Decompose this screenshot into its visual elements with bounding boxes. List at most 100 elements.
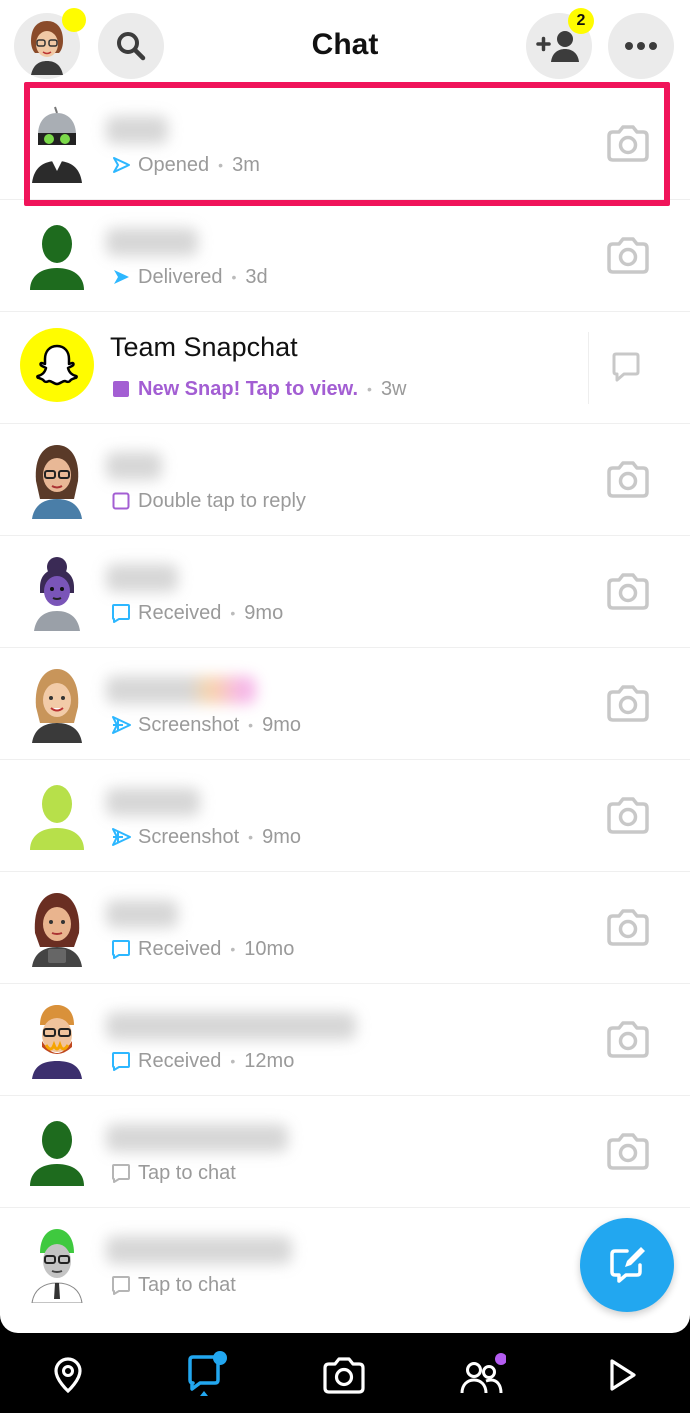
camera-icon xyxy=(323,1357,365,1394)
chat-icon xyxy=(188,1351,227,1396)
camera-reply-button[interactable] xyxy=(604,233,652,279)
status-label: Screenshot xyxy=(138,825,240,848)
chat-status: New Snap! Tap to view. • 3w xyxy=(110,376,407,402)
chat-row[interactable]: Delivered • 3d xyxy=(0,200,690,312)
friend-avatar xyxy=(20,328,94,402)
chat-status: Delivered • 3d xyxy=(110,264,268,290)
chat-status: Double tap to reply xyxy=(110,488,306,514)
chat-row[interactable]: Received • 12mo xyxy=(0,984,690,1096)
status-time: 10mo xyxy=(244,937,295,960)
compose-icon xyxy=(610,1247,645,1283)
chat-row[interactable]: Screenshot • 9mo xyxy=(0,648,690,760)
status-label: New Snap! Tap to view. xyxy=(138,377,359,400)
friend-name-hidden xyxy=(106,564,178,592)
chat-status: Screenshot • 9mo xyxy=(110,824,301,850)
header: Chat 2 xyxy=(0,0,690,88)
silhouette-icon xyxy=(30,785,84,850)
stories-icon xyxy=(610,1359,636,1391)
bitmoji-brunette-icon xyxy=(32,893,82,967)
camera-reply-button[interactable] xyxy=(604,1017,652,1063)
friend-requests-badge: 2 xyxy=(568,8,594,34)
friend-name-hidden xyxy=(106,1012,356,1040)
snapchat-ghost-icon xyxy=(36,344,78,386)
received-chat-icon xyxy=(110,1050,132,1072)
add-friend-icon xyxy=(536,31,579,62)
friend-avatar xyxy=(20,216,94,296)
chat-row[interactable]: Team Snapchat New Snap! Tap to view. • 3… xyxy=(0,312,690,424)
camera-icon xyxy=(607,685,649,722)
chat-row[interactable]: Double tap to reply xyxy=(0,424,690,536)
nav-friends[interactable] xyxy=(454,1347,510,1403)
camera-icon xyxy=(607,909,649,946)
bitmoji-purple-icon xyxy=(34,557,80,631)
camera-reply-button[interactable] xyxy=(604,569,652,615)
chat-status: Tap to chat xyxy=(110,1272,236,1298)
nav-camera[interactable] xyxy=(316,1347,372,1403)
nav-map[interactable] xyxy=(40,1347,96,1403)
status-label: Delivered xyxy=(138,265,223,288)
camera-reply-button[interactable] xyxy=(604,457,652,503)
camera-reply-button[interactable] xyxy=(604,681,652,727)
friend-avatar xyxy=(20,888,94,968)
bitmoji-blonde-icon xyxy=(32,669,82,743)
friend-name-hidden xyxy=(106,900,178,928)
bitmoji-bearded-icon xyxy=(32,1005,82,1079)
received-chat-icon xyxy=(110,602,132,624)
status-label: Received xyxy=(138,601,222,624)
chat-status: Received • 9mo xyxy=(110,600,283,626)
friend-name-hidden xyxy=(106,788,200,816)
camera-icon xyxy=(607,573,649,610)
nav-stories[interactable] xyxy=(594,1347,650,1403)
highlight-box xyxy=(24,82,670,206)
camera-icon xyxy=(607,797,649,834)
received-chat-icon xyxy=(110,938,132,960)
chat-row[interactable]: Screenshot • 9mo xyxy=(0,760,690,872)
new-chat-button[interactable] xyxy=(580,1218,674,1312)
friend-name-hidden xyxy=(106,1236,292,1264)
bitmoji-woman-glasses-icon xyxy=(32,445,82,519)
friend-name: Team Snapchat xyxy=(110,332,298,362)
map-icon xyxy=(54,1357,82,1394)
status-time: 9mo xyxy=(262,825,301,848)
status-label: Received xyxy=(138,937,222,960)
friend-avatar xyxy=(20,440,94,520)
friend-name-hidden xyxy=(106,676,256,704)
bitmoji-green-hair-icon xyxy=(31,1229,83,1303)
friend-name-hidden xyxy=(106,228,198,256)
new-snap-icon xyxy=(110,378,132,400)
more-button[interactable] xyxy=(608,13,674,79)
camera-icon xyxy=(607,461,649,498)
status-label: Tap to chat xyxy=(138,1273,236,1296)
friend-avatar xyxy=(20,552,94,632)
status-label: Received xyxy=(138,1049,222,1072)
chat-reply-button[interactable] xyxy=(602,345,650,391)
received-snap-icon xyxy=(110,490,132,512)
camera-icon xyxy=(607,1021,649,1058)
tap-chat-icon xyxy=(110,1162,132,1184)
camera-reply-button[interactable] xyxy=(604,793,652,839)
bottom-nav xyxy=(0,1333,690,1413)
chat-row[interactable]: Received • 10mo xyxy=(0,872,690,984)
friend-avatar xyxy=(20,776,94,856)
camera-reply-button[interactable] xyxy=(604,1129,652,1175)
status-label: Double tap to reply xyxy=(138,489,306,512)
status-label: Screenshot xyxy=(138,713,240,736)
chat-status: Received • 10mo xyxy=(110,936,294,962)
friend-avatar xyxy=(20,1224,94,1304)
friend-name-hidden xyxy=(106,1124,288,1152)
friends-icon xyxy=(460,1353,506,1394)
chat-screen: Chat 2 Opened • 3m Delivered • 3d Team S… xyxy=(0,0,690,1333)
camera-icon xyxy=(607,1133,649,1170)
friend-name-hidden xyxy=(106,452,162,480)
friend-avatar xyxy=(20,664,94,744)
nav-chat[interactable] xyxy=(178,1347,234,1403)
screenshot-icon xyxy=(110,714,132,736)
chat-row[interactable]: Received • 9mo xyxy=(0,536,690,648)
friend-avatar xyxy=(20,1112,94,1192)
silhouette-icon xyxy=(30,1121,84,1186)
camera-reply-button[interactable] xyxy=(604,905,652,951)
chat-row[interactable]: Tap to chat xyxy=(0,1096,690,1208)
chat-status: Screenshot • 9mo xyxy=(110,712,301,738)
status-time: 9mo xyxy=(262,713,301,736)
camera-icon xyxy=(607,237,649,274)
